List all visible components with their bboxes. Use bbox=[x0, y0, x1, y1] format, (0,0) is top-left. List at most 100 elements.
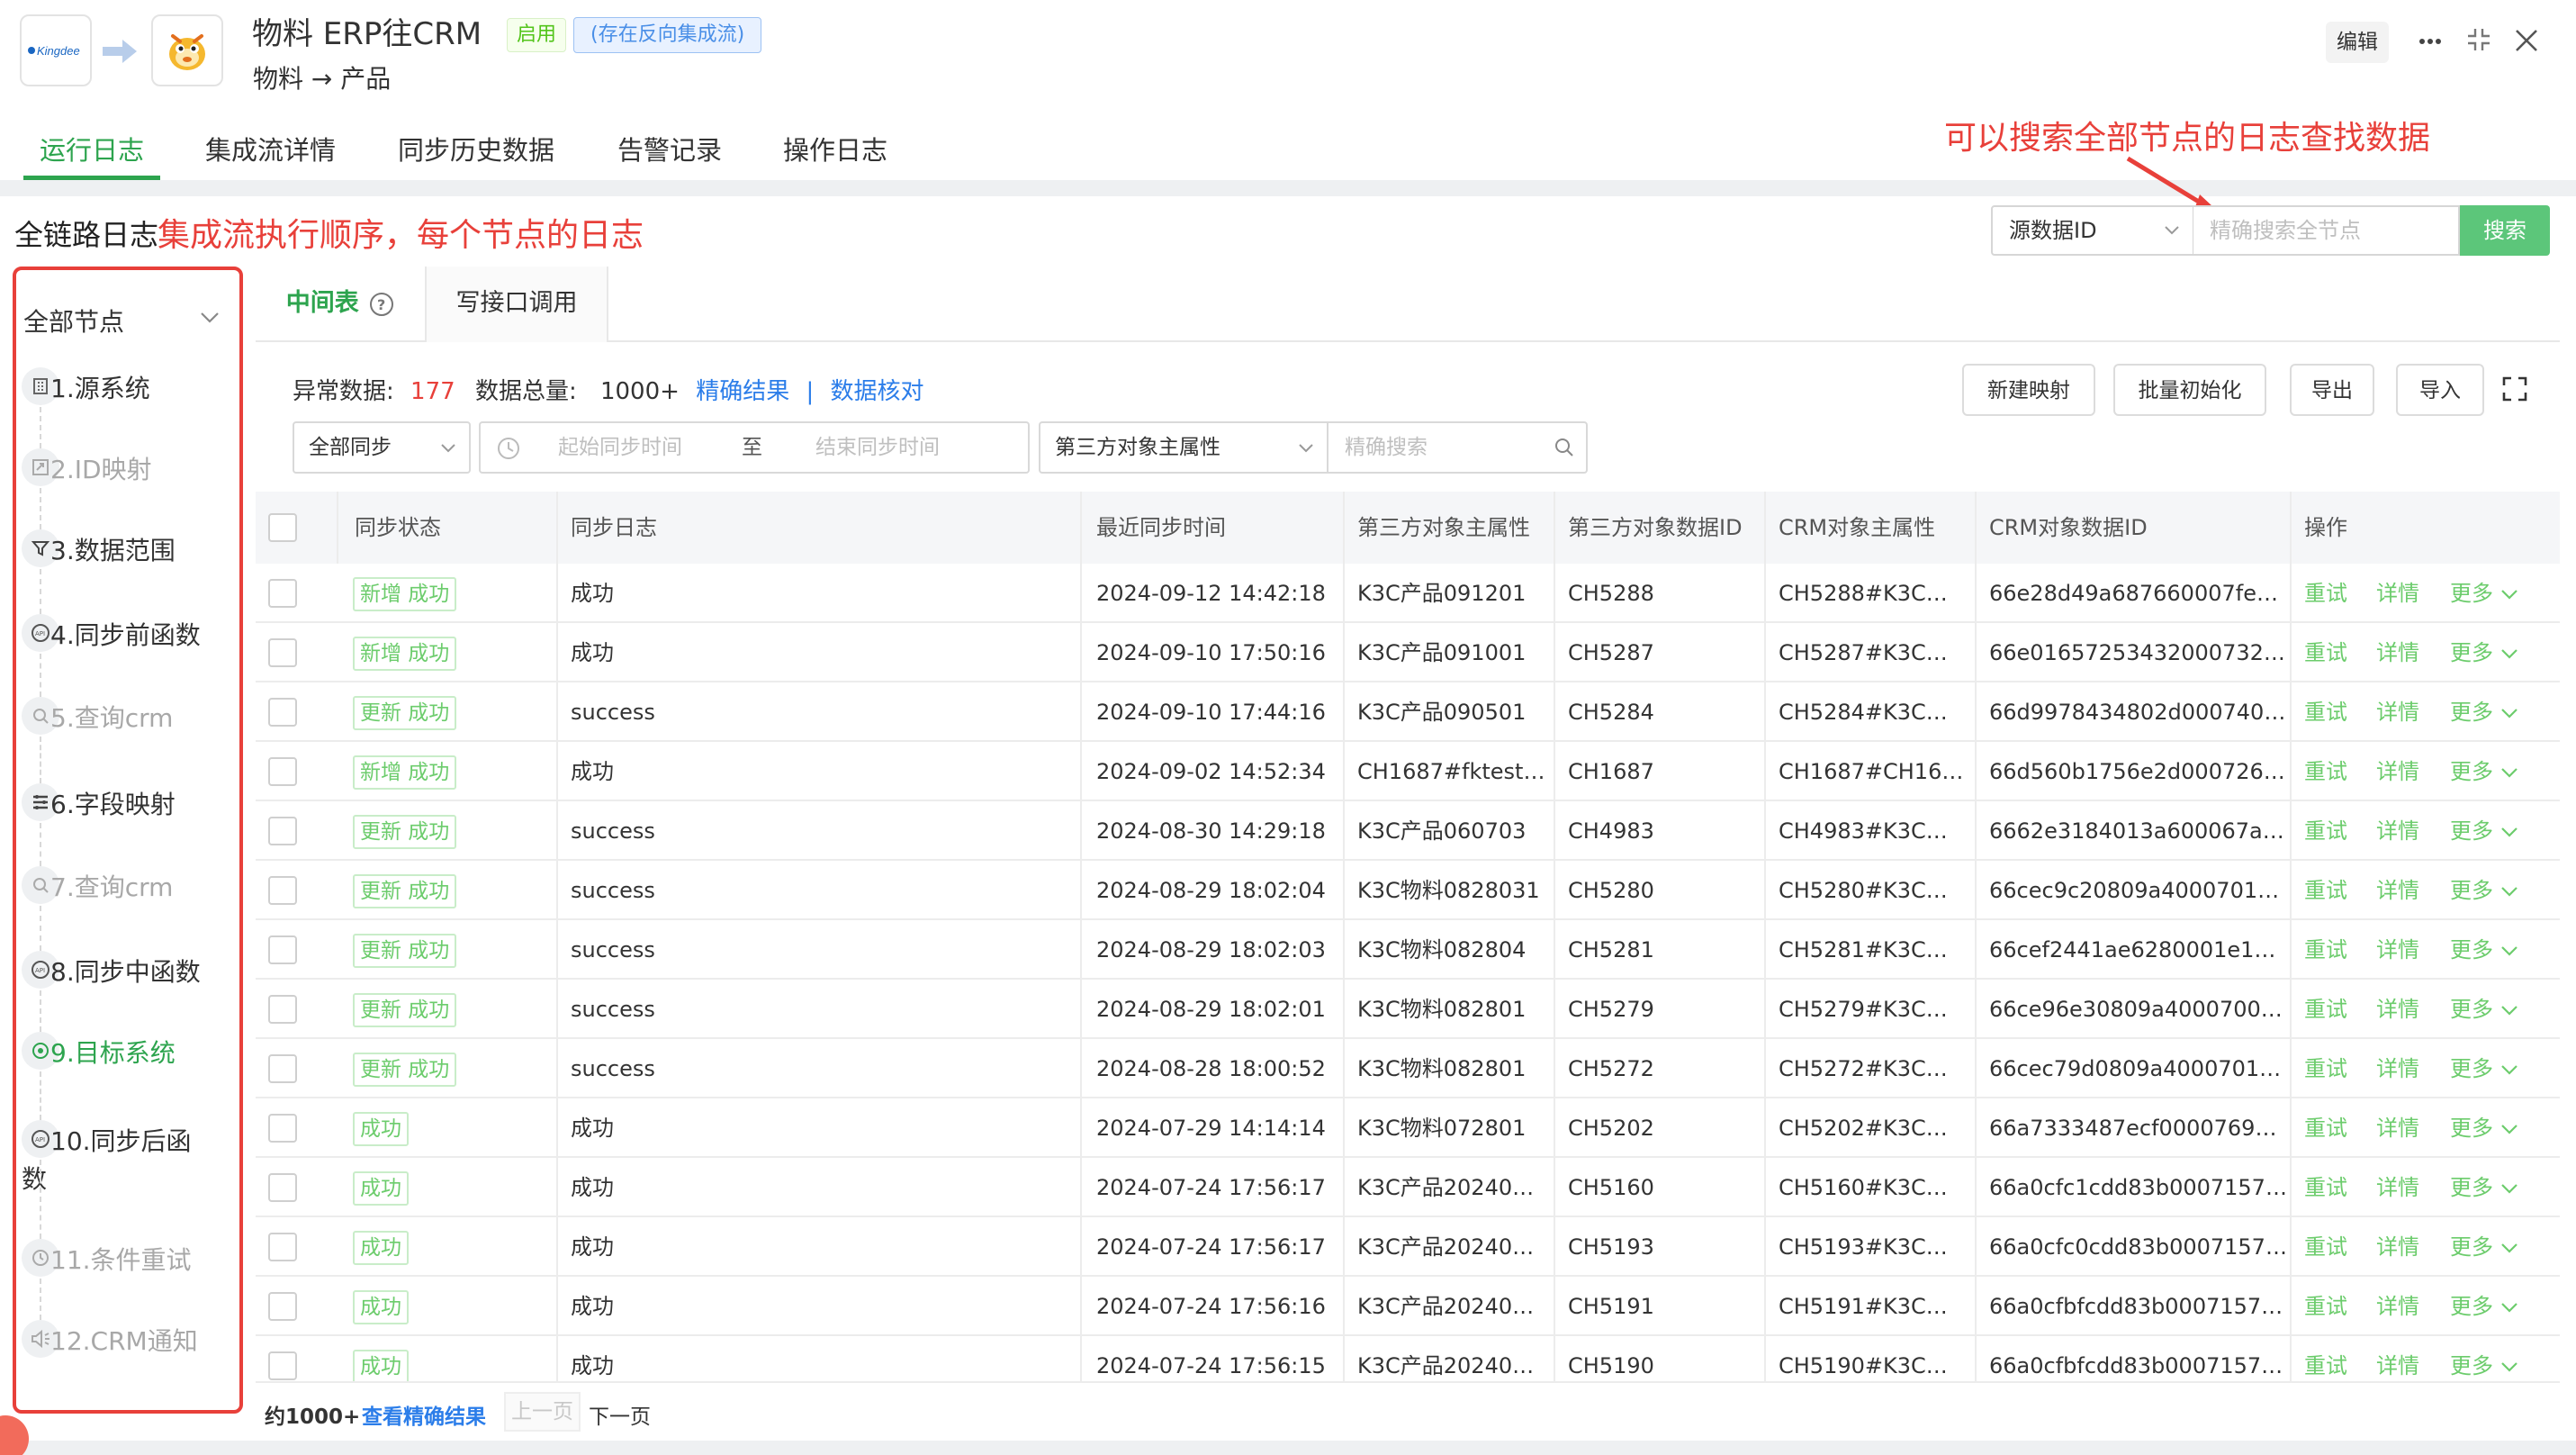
sync-status-select[interactable]: 全部同步 bbox=[293, 421, 471, 474]
chevron-down-icon[interactable] bbox=[200, 312, 220, 324]
search-field-select[interactable]: 源数据ID bbox=[1991, 205, 2194, 256]
chevron-down-icon[interactable] bbox=[2500, 886, 2518, 897]
chevron-down-icon[interactable] bbox=[2500, 1302, 2518, 1313]
detail-link[interactable]: 详情 bbox=[2376, 801, 2419, 861]
table-row[interactable]: 更新 成功 success 2024-09-10 17:44:16 K3C产品0905… bbox=[256, 682, 2560, 742]
detail-link[interactable]: 详情 bbox=[2376, 1277, 2419, 1336]
row-checkbox[interactable] bbox=[268, 1054, 297, 1083]
view-exact-result-link[interactable]: 查看精确结果 bbox=[362, 1399, 486, 1430]
detail-link[interactable]: 详情 bbox=[2376, 920, 2419, 980]
sidebar-node-label-wrap[interactable]: 数 bbox=[22, 1160, 47, 1196]
tab-operation-log[interactable]: 操作日志 bbox=[783, 130, 887, 167]
table-row[interactable]: 新增 成功 成功 2024-09-12 14:42:18 K3C产品091201 CH5… bbox=[256, 564, 2560, 623]
row-checkbox[interactable] bbox=[268, 1233, 297, 1261]
more-menu-link[interactable]: 更多 bbox=[2450, 564, 2493, 623]
more-menu-link[interactable]: 更多 bbox=[2450, 920, 2493, 980]
chevron-down-icon[interactable] bbox=[2500, 1064, 2518, 1075]
chevron-down-icon[interactable] bbox=[2500, 1124, 2518, 1134]
row-checkbox[interactable] bbox=[268, 935, 297, 964]
sidebar-node[interactable]: 11.条件重试 bbox=[50, 1241, 192, 1277]
detail-link[interactable]: 详情 bbox=[2376, 1039, 2419, 1098]
edit-button[interactable]: 编辑 bbox=[2326, 22, 2389, 63]
retry-link[interactable]: 重试 bbox=[2304, 682, 2347, 742]
retry-link[interactable]: 重试 bbox=[2304, 1158, 2347, 1217]
sidebar-node[interactable]: 3.数据范围 bbox=[50, 531, 176, 567]
row-checkbox[interactable] bbox=[268, 1114, 297, 1143]
table-row[interactable]: 新增 成功 成功 2024-09-10 17:50:16 K3C产品091001 CH5… bbox=[256, 623, 2560, 682]
row-checkbox[interactable] bbox=[268, 1173, 297, 1202]
row-checkbox[interactable] bbox=[268, 638, 297, 667]
table-row[interactable]: 成功 成功 2024-07-29 14:14:14 K3C物料072801 CH5202… bbox=[256, 1098, 2560, 1158]
row-checkbox[interactable] bbox=[268, 757, 297, 786]
table-row[interactable]: 更新 成功 success 2024-08-28 18:00:52 K3C物料0828… bbox=[256, 1039, 2560, 1098]
detail-link[interactable]: 详情 bbox=[2376, 1158, 2419, 1217]
row-checkbox[interactable] bbox=[268, 1292, 297, 1321]
retry-link[interactable]: 重试 bbox=[2304, 861, 2347, 920]
more-menu-link[interactable]: 更多 bbox=[2450, 1277, 2493, 1336]
table-row[interactable]: 更新 成功 success 2024-08-30 14:29:18 K3C产品0607… bbox=[256, 801, 2560, 861]
fullscreen-icon[interactable] bbox=[2502, 376, 2527, 402]
collapse-icon[interactable] bbox=[2466, 27, 2491, 52]
sidebar-node[interactable]: 5.查询crm bbox=[50, 699, 173, 735]
new-mapping-button[interactable]: 新建映射 bbox=[1962, 364, 2095, 416]
exact-search-input[interactable]: 精确搜索 bbox=[1329, 423, 1588, 472]
table-row[interactable]: 成功 成功 2024-07-24 17:56:17 K3C产品20240724 CH51… bbox=[256, 1158, 2560, 1217]
close-icon[interactable] bbox=[2513, 27, 2540, 54]
detail-link[interactable]: 详情 bbox=[2376, 623, 2419, 682]
floating-assist-icon[interactable] bbox=[0, 1415, 29, 1455]
abnormal-count[interactable]: 177 bbox=[410, 378, 455, 405]
tab-write-api[interactable]: 写接口调用 bbox=[425, 267, 608, 342]
chevron-down-icon[interactable] bbox=[2500, 1243, 2518, 1253]
table-row[interactable]: 成功 成功 2024-07-24 17:56:17 K3C产品20240724 CH51… bbox=[256, 1217, 2560, 1277]
more-menu-link[interactable]: 更多 bbox=[2450, 682, 2493, 742]
table-row[interactable]: 新增 成功 成功 2024-09-02 14:52:34 CH1687#fktest3… bbox=[256, 742, 2560, 801]
row-checkbox[interactable] bbox=[268, 817, 297, 845]
select-all-checkbox[interactable] bbox=[268, 513, 297, 542]
table-row[interactable]: 更新 成功 success 2024-08-29 18:02:04 K3C物料0828… bbox=[256, 861, 2560, 920]
retry-link[interactable]: 重试 bbox=[2304, 980, 2347, 1039]
row-checkbox[interactable] bbox=[268, 579, 297, 608]
more-menu-link[interactable]: 更多 bbox=[2450, 623, 2493, 682]
chevron-down-icon[interactable] bbox=[2500, 945, 2518, 956]
detail-link[interactable]: 详情 bbox=[2376, 564, 2419, 623]
sidebar-node[interactable]: 9.目标系统 bbox=[50, 1034, 176, 1070]
sidebar-node[interactable]: 12.CRM通知 bbox=[50, 1322, 198, 1358]
chevron-down-icon[interactable] bbox=[2500, 1005, 2518, 1016]
chevron-down-icon[interactable] bbox=[2500, 1361, 2518, 1372]
attribute-select[interactable]: 第三方对象主属性 bbox=[1040, 423, 1329, 472]
help-icon[interactable]: ? bbox=[369, 292, 394, 317]
more-menu-link[interactable]: 更多 bbox=[2450, 1217, 2493, 1277]
more-menu-link[interactable]: 更多 bbox=[2450, 801, 2493, 861]
retry-link[interactable]: 重试 bbox=[2304, 1098, 2347, 1158]
tab-middle-table[interactable]: 中间表 ? bbox=[256, 267, 425, 342]
tab-run-log[interactable]: 运行日志 bbox=[40, 130, 144, 167]
export-button[interactable]: 导出 bbox=[2290, 364, 2374, 416]
retry-link[interactable]: 重试 bbox=[2304, 1277, 2347, 1336]
sidebar-node[interactable]: 7.查询crm bbox=[50, 868, 173, 904]
row-checkbox[interactable] bbox=[268, 698, 297, 727]
prev-page-button[interactable]: 上一页 bbox=[504, 1392, 581, 1432]
sidebar-node[interactable]: 10.同步后函 bbox=[50, 1122, 192, 1158]
tab-flow-detail[interactable]: 集成流详情 bbox=[205, 130, 336, 167]
detail-link[interactable]: 详情 bbox=[2376, 861, 2419, 920]
tab-sync-history[interactable]: 同步历史数据 bbox=[398, 130, 554, 167]
sidebar-node[interactable]: 2.ID映射 bbox=[50, 450, 152, 486]
sidebar-node[interactable]: 1.源系统 bbox=[50, 369, 150, 405]
sidebar-node[interactable]: 6.字段映射 bbox=[50, 785, 176, 821]
more-menu-link[interactable]: 更多 bbox=[2450, 1158, 2493, 1217]
more-menu-link[interactable]: 更多 bbox=[2450, 1098, 2493, 1158]
detail-link[interactable]: 详情 bbox=[2376, 980, 2419, 1039]
more-menu-icon[interactable] bbox=[2418, 32, 2443, 50]
sync-time-range-picker[interactable]: 起始同步时间 至 结束同步时间 bbox=[479, 421, 1030, 474]
chevron-down-icon[interactable] bbox=[2500, 589, 2518, 600]
detail-link[interactable]: 详情 bbox=[2376, 682, 2419, 742]
more-menu-link[interactable]: 更多 bbox=[2450, 742, 2493, 801]
row-checkbox[interactable] bbox=[268, 876, 297, 905]
node-search-input[interactable]: 精确搜索全节点 bbox=[2193, 205, 2460, 256]
reverse-flow-badge[interactable]: (存在反向集成流) bbox=[573, 17, 762, 53]
chevron-down-icon[interactable] bbox=[2500, 767, 2518, 778]
search-icon[interactable] bbox=[1554, 437, 1575, 458]
more-menu-link[interactable]: 更多 bbox=[2450, 980, 2493, 1039]
chevron-down-icon[interactable] bbox=[2500, 648, 2518, 659]
exact-result-link[interactable]: 精确结果 bbox=[696, 378, 789, 405]
